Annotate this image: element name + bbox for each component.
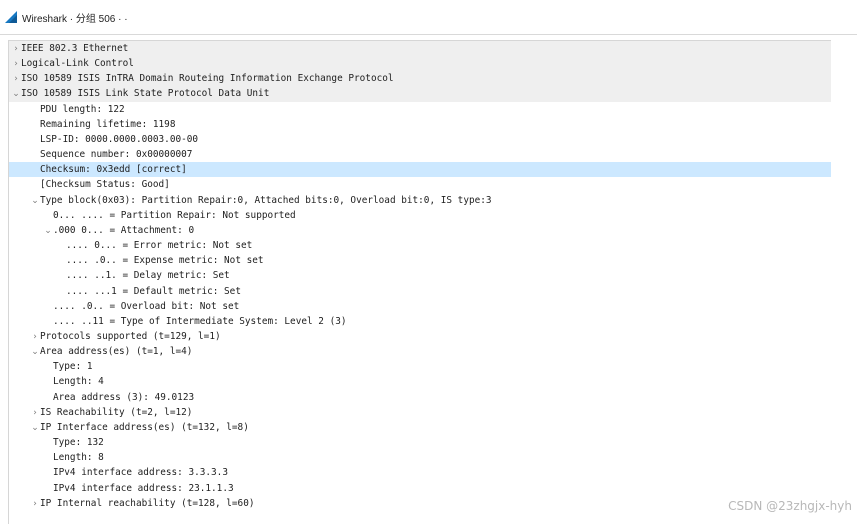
- wireshark-fin-icon: [5, 11, 17, 23]
- tree-row[interactable]: › IP Internal reachability (t=128, l=60): [9, 496, 831, 511]
- tree-row[interactable]: Checksum: 0x3edd [correct]: [9, 162, 831, 178]
- chevron-right-icon[interactable]: ›: [11, 72, 21, 87]
- tree-row-label: [Checksum Status: Good]: [40, 179, 170, 191]
- tree-row[interactable]: › ISO 10589 ISIS InTRA Domain Routeing In…: [9, 71, 831, 87]
- tree-row-label: Logical-Link Control: [21, 58, 134, 70]
- chevron-right-icon[interactable]: ›: [30, 406, 40, 421]
- tree-row-label: .... .0.. = Overload bit: Not set: [53, 300, 240, 312]
- tree-row-label: IPv4 interface address: 23.1.1.3: [53, 482, 234, 494]
- tree-row-label: Area address (3): 49.0123: [53, 391, 195, 403]
- watermark: CSDN @23zhgjx-hyh: [728, 499, 852, 513]
- tree-row-label: Length: 4: [53, 376, 104, 388]
- tree-row[interactable]: Area address (3): 49.0123: [9, 390, 831, 405]
- tree-row[interactable]: › Logical-Link Control: [9, 56, 831, 72]
- chevron-down-icon[interactable]: ⌄: [30, 421, 40, 436]
- tree-row-label: Type: 1: [53, 361, 93, 373]
- chevron-right-icon[interactable]: ›: [11, 57, 21, 72]
- tree-row-label: IP Interface address(es) (t=132, l=8): [40, 421, 249, 433]
- tree-row[interactable]: [Checksum Status: Good]: [9, 177, 831, 192]
- tree-row[interactable]: .... .0.. = Overload bit: Not set: [9, 299, 831, 314]
- tree-row[interactable]: Remaining lifetime: 1198: [9, 117, 831, 132]
- tree-row-label: Length: 8: [53, 452, 104, 464]
- tree-row-label: IP Internal reachability (t=128, l=60): [40, 497, 255, 509]
- tree-row-label: LSP-ID: 0000.0000.0003.00-00: [40, 133, 199, 145]
- tree-row-label: .... 0... = Error metric: Not set: [66, 240, 253, 252]
- chevron-right-icon[interactable]: ›: [11, 42, 21, 57]
- tree-row[interactable]: IPv4 interface address: 3.3.3.3: [9, 465, 831, 480]
- tree-row[interactable]: Type: 1: [9, 359, 831, 374]
- tree-row-label: ISO 10589 ISIS InTRA Domain Routeing Inf…: [21, 73, 394, 85]
- tree-row[interactable]: PDU length: 122: [9, 102, 831, 117]
- tree-row-label: ISO 10589 ISIS Link State Protocol Data …: [21, 88, 270, 100]
- tree-row[interactable]: 0... .... = Partition Repair: Not suppor…: [9, 208, 831, 223]
- tree-row-label: Type: 132: [53, 437, 104, 449]
- tree-row[interactable]: ⌄IP Interface address(es) (t=132, l=8): [9, 420, 831, 435]
- tree-row-label: Type block(0x03): Partition Repair:0, At…: [40, 194, 492, 206]
- tree-row[interactable]: ⌄.000 0... = Attachment: 0: [9, 223, 831, 238]
- tree-row-label: Area address(es) (t=1, l=4): [40, 346, 193, 358]
- tree-row[interactable]: ⌄Type block(0x03): Partition Repair:0, A…: [9, 193, 831, 208]
- chevron-down-icon[interactable]: ⌄: [30, 345, 40, 360]
- tree-row-label: IPv4 interface address: 3.3.3.3: [53, 467, 228, 479]
- tree-row-label: IS Reachability (t=2, l=12): [40, 406, 193, 418]
- tree-row[interactable]: .... ..1. = Delay metric: Set: [9, 268, 831, 283]
- tree-row[interactable]: .... .0.. = Expense metric: Not set: [9, 253, 831, 268]
- tree-row[interactable]: Length: 8: [9, 450, 831, 465]
- tree-row-label: 0... .... = Partition Repair: Not suppor…: [53, 209, 296, 221]
- tree-row-label: Protocols supported (t=129, l=1): [40, 330, 221, 342]
- tree-row-label: Checksum: 0x3edd [correct]: [40, 164, 187, 176]
- chevron-down-icon[interactable]: ⌄: [30, 194, 40, 209]
- packet-details-tree[interactable]: › IEEE 802.3 Ethernet › Logical-Link Contro…: [8, 40, 831, 524]
- tree-row[interactable]: Type: 132: [9, 435, 831, 450]
- tree-row[interactable]: LSP-ID: 0000.0000.0003.00-00: [9, 132, 831, 147]
- tree-row[interactable]: ⌄Area address(es) (t=1, l=4): [9, 344, 831, 359]
- tree-row-label: Remaining lifetime: 1198: [40, 118, 176, 130]
- tree-row[interactable]: Sequence number: 0x00000007: [9, 147, 831, 162]
- chevron-right-icon[interactable]: ›: [30, 330, 40, 345]
- tree-row-label: .... ..11 = Type of Intermediate System:…: [53, 315, 347, 327]
- tree-row[interactable]: › Protocols supported (t=129, l=1): [9, 329, 831, 344]
- tree-row-label: .... ...1 = Default metric: Set: [66, 285, 241, 297]
- tree-row-label: .000 0... = Attachment: 0: [53, 224, 195, 236]
- tree-row-label: Sequence number: 0x00000007: [40, 149, 193, 161]
- tree-row[interactable]: › IEEE 802.3 Ethernet: [9, 41, 831, 57]
- tree-row[interactable]: .... 0... = Error metric: Not set: [9, 238, 831, 253]
- tree-row[interactable]: IPv4 interface address: 23.1.1.3: [9, 481, 831, 496]
- tree-row-label: .... ..1. = Delay metric: Set: [66, 270, 230, 282]
- tree-row[interactable]: ⌄ISO 10589 ISIS Link State Protocol Data…: [9, 86, 831, 102]
- chevron-down-icon[interactable]: ⌄: [11, 87, 21, 102]
- tree-row-label: IEEE 802.3 Ethernet: [21, 43, 129, 54]
- chevron-down-icon[interactable]: ⌄: [43, 224, 53, 239]
- window-title: Wireshark · 分组 506 · ·: [22, 13, 128, 25]
- tree-row[interactable]: › IS Reachability (t=2, l=12): [9, 405, 831, 420]
- tree-row[interactable]: .... ...1 = Default metric: Set: [9, 284, 831, 299]
- title-bar: Wireshark · 分组 506 · ·: [0, 0, 857, 35]
- tree-row-label: PDU length: 122: [40, 103, 125, 115]
- tree-row[interactable]: Length: 4: [9, 374, 831, 389]
- chevron-right-icon[interactable]: ›: [30, 497, 40, 512]
- tree-row[interactable]: .... ..11 = Type of Intermediate System:…: [9, 314, 831, 329]
- tree-row-label: .... .0.. = Expense metric: Not set: [66, 255, 264, 267]
